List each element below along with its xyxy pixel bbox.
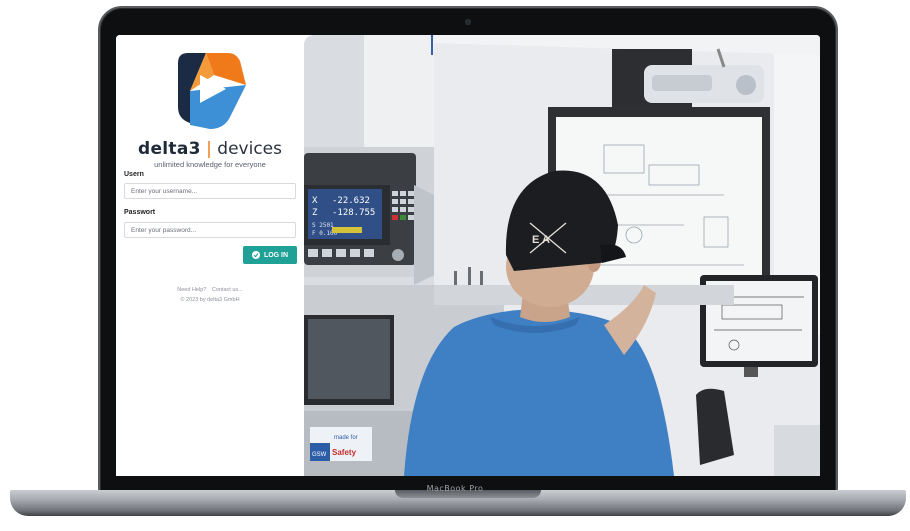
brand-word-devices: devices: [217, 139, 282, 159]
sign-line2: Safety: [332, 448, 357, 457]
laptop-brand-label: MacBook Pro: [426, 484, 484, 493]
need-help-link[interactable]: Need Help?: [177, 287, 206, 293]
brand-word-delta3: delta3: [137, 139, 201, 159]
copyright: © 2023 by delta3 GmbH: [180, 297, 240, 303]
delta3-logo-icon: [178, 53, 246, 129]
login-panel: delta3 | devices unlimited knowledge for…: [116, 35, 304, 476]
webcam-icon: [465, 19, 471, 25]
machine-x-label: X: [312, 196, 318, 206]
machine-s-value: S 2501: [312, 222, 334, 229]
password-input[interactable]: [124, 222, 296, 238]
cap-logo: E A: [532, 234, 550, 246]
login-screen: delta3 | devices unlimited knowledge for…: [116, 35, 820, 476]
footer-links: Need Help? Contact us...: [116, 287, 304, 293]
check-circle-icon: [251, 251, 260, 259]
machine-x-value: -22.632: [332, 196, 370, 206]
background-video: X -22.632 Z -128.755 S 2501 F 0.100 GSW …: [304, 35, 820, 476]
workshop-scene: X -22.632 Z -128.755 S 2501 F 0.100 GSW …: [304, 35, 820, 476]
username-label: Usern: [124, 171, 144, 178]
username-input[interactable]: [124, 183, 296, 199]
machine-z-label: Z: [312, 208, 318, 218]
brand-name: delta3 | devices: [116, 139, 304, 159]
login-button[interactable]: LOG IN: [243, 246, 297, 264]
sign-line1: made for: [334, 435, 358, 441]
sign-logo: GSW: [312, 452, 327, 458]
login-button-label: LOG IN: [263, 251, 289, 259]
contact-link[interactable]: Contact us...: [212, 287, 243, 293]
tagline: unlimited knowledge for everyone: [154, 160, 266, 169]
machine-z-value: -128.755: [332, 208, 375, 218]
password-label: Passwort: [124, 209, 156, 216]
brand-separator: |: [206, 139, 212, 159]
